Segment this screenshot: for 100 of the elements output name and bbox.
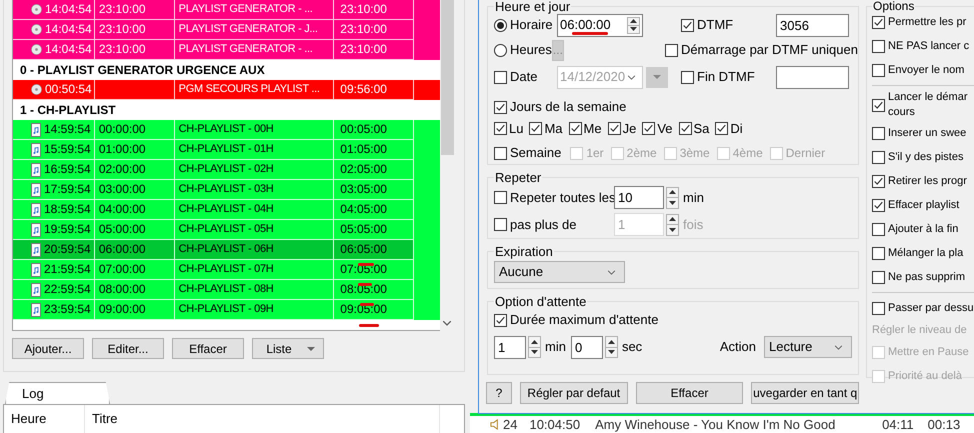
group-title: Heure et jour [494, 0, 572, 13]
radio-button[interactable] [494, 18, 507, 32]
checkbox-label: Lu [509, 120, 524, 138]
checkbox[interactable] [872, 126, 885, 140]
number-field[interactable]: 10 [614, 186, 664, 209]
group-title: Expiration [494, 245, 554, 258]
checkbox[interactable] [568, 122, 582, 135]
input-field[interactable]: 1 [494, 336, 526, 358]
group-heading[interactable]: 0 - PLAYLIST GENERATOR URGENCE AUX [13, 60, 265, 80]
checkbox-label: Priorité au delà [888, 368, 962, 384]
checkbox[interactable] [681, 70, 694, 84]
spin-buttons[interactable] [666, 214, 679, 236]
dialog-button[interactable]: ? [486, 382, 512, 404]
option-label: Régler le niveau de [872, 322, 967, 338]
schedule-row[interactable]: 16:59:54 02:00:00 CH-PLAYLIST - 02H 02:05:00 [13, 160, 440, 180]
checkbox-label: Passer par dessu [888, 300, 974, 316]
schedule-row[interactable]: 15:59:54 01:00:00 CH-PLAYLIST - 01H 01:05:00 [13, 140, 440, 160]
log-tab[interactable]: Log [5, 382, 110, 404]
music-file-icon [31, 182, 41, 196]
column-header[interactable]: Titre [85, 405, 440, 433]
music-file-icon [31, 142, 41, 156]
checkbox[interactable] [681, 18, 694, 32]
checkbox[interactable] [872, 150, 885, 164]
time-field[interactable]: 06:00:00 [557, 14, 643, 36]
schedule-row[interactable]: 14:04:54 23:10:00 PLAYLIST GENERATOR - J... 23:10:00 [13, 20, 440, 40]
checkbox[interactable] [608, 122, 621, 135]
chevron-icon[interactable] [443, 321, 451, 326]
spin-buttons[interactable] [528, 336, 541, 358]
schedule-row[interactable]: 18:59:54 04:00:00 CH-PLAYLIST - 04H 04:05:00 [13, 200, 440, 220]
unit-label: min [683, 188, 704, 207]
pen-underline-mark [360, 303, 374, 306]
list-button[interactable]: Editer... [92, 338, 164, 359]
checkbox[interactable] [872, 40, 885, 52]
checkbox-label: 4ème [732, 145, 763, 162]
checkbox[interactable] [872, 174, 885, 188]
track-value: 00:13 [928, 416, 960, 433]
dialog-button[interactable]: Effacer [636, 382, 744, 404]
checkbox-label: Me [584, 120, 602, 138]
checkbox[interactable] [494, 146, 507, 160]
table-cell: CH-PLAYLIST - 09H [174, 300, 334, 320]
table-cell: 09:00:00 [94, 300, 175, 320]
schedule-row[interactable]: 23:59:54 09:00:00 CH-PLAYLIST - 09H 09:05:00 [13, 300, 440, 320]
chevron-icon [627, 74, 636, 80]
checkbox-label: Effacer playlist [888, 198, 960, 213]
spin-buttons[interactable] [666, 186, 679, 208]
group-heading[interactable]: 1 - CH-PLAYLIST [13, 100, 116, 120]
unit-label: min [545, 338, 566, 356]
schedule-row[interactable]: 14:59:54 00:00:00 CH-PLAYLIST - 00H 00:05:00 [13, 120, 440, 140]
track-title: Amy Winehouse - You Know I'm No Good [595, 416, 836, 433]
checkbox-label: DTMF [697, 16, 734, 34]
checkbox[interactable] [872, 16, 885, 28]
checkbox[interactable] [872, 98, 885, 112]
input-field[interactable]: 0 [570, 336, 603, 358]
checkbox[interactable] [872, 222, 885, 236]
checkbox-label: Mélanger la pla [888, 246, 964, 261]
group-title: Repeter [494, 171, 542, 184]
spin-buttons[interactable] [627, 16, 640, 34]
checkbox[interactable] [715, 122, 728, 135]
list-button[interactable]: Ajouter... [12, 338, 84, 359]
input-field[interactable] [776, 66, 849, 88]
checkbox[interactable] [678, 122, 692, 135]
schedule-row[interactable]: 17:59:54 03:00:00 CH-PLAYLIST - 03H 03:05:00 [13, 180, 440, 200]
unit-label: sec [622, 338, 642, 356]
checkbox-label: Démarrage par DTMF uniquen [680, 41, 858, 60]
checkbox[interactable] [494, 191, 507, 204]
checkbox[interactable] [872, 64, 885, 76]
schedule-row[interactable]: 19:59:54 05:00:00 CH-PLAYLIST - 05H 05:05:00 [13, 220, 440, 240]
schedule-row[interactable]: 00:50:54 PGM SECOURS PLAYLIST ... 09:56:00 [13, 80, 440, 100]
checkbox[interactable] [664, 44, 678, 56]
checkbox[interactable] [494, 314, 507, 326]
action-dropdown[interactable]: Lecture [764, 336, 852, 358]
schedule-row[interactable]: 20:59:54 06:00:00 CH-PLAYLIST - 06H 06:05:00 [13, 240, 440, 260]
dialog-button[interactable]: uvegarder en tant q [751, 382, 859, 404]
checkbox[interactable] [872, 198, 885, 212]
calendar-dropdown-button[interactable] [646, 66, 668, 88]
checkbox[interactable] [494, 100, 507, 114]
spin-buttons[interactable] [604, 336, 618, 358]
input-field[interactable]: 3056 [776, 14, 849, 36]
checkbox[interactable] [529, 122, 542, 135]
clock-disc-icon [31, 44, 42, 55]
checkbox-label: 3ème [680, 145, 710, 162]
list-button[interactable]: Liste [252, 338, 324, 359]
checkbox[interactable] [872, 246, 885, 260]
checkbox[interactable] [872, 270, 885, 284]
checkbox[interactable] [872, 302, 885, 314]
checkbox[interactable] [494, 122, 507, 135]
expiration-dropdown[interactable]: Aucune [494, 261, 625, 283]
column-header[interactable]: Heure [4, 405, 85, 433]
checkbox-label: Ma [544, 120, 563, 138]
dialog-button[interactable]: Régler par defaut [520, 382, 628, 404]
checkbox-label: Semaine [510, 144, 562, 162]
checkbox-label: pas plus de [510, 216, 576, 234]
list-button[interactable]: Effacer [172, 338, 244, 359]
schedule-row[interactable]: 14:04:54 23:10:00 PLAYLIST GENERATOR - ... 23:10:00 [13, 0, 440, 20]
schedule-row[interactable]: 14:04:54 23:10:00 PLAYLIST GENERATOR - ... 23:10:00 [13, 40, 440, 60]
checkbox-label: Permettre les pr [888, 14, 966, 30]
music-file-icon [31, 302, 41, 316]
checkbox[interactable] [642, 122, 656, 135]
unit-label: fois [683, 216, 704, 234]
pen-underline-mark [359, 324, 379, 327]
